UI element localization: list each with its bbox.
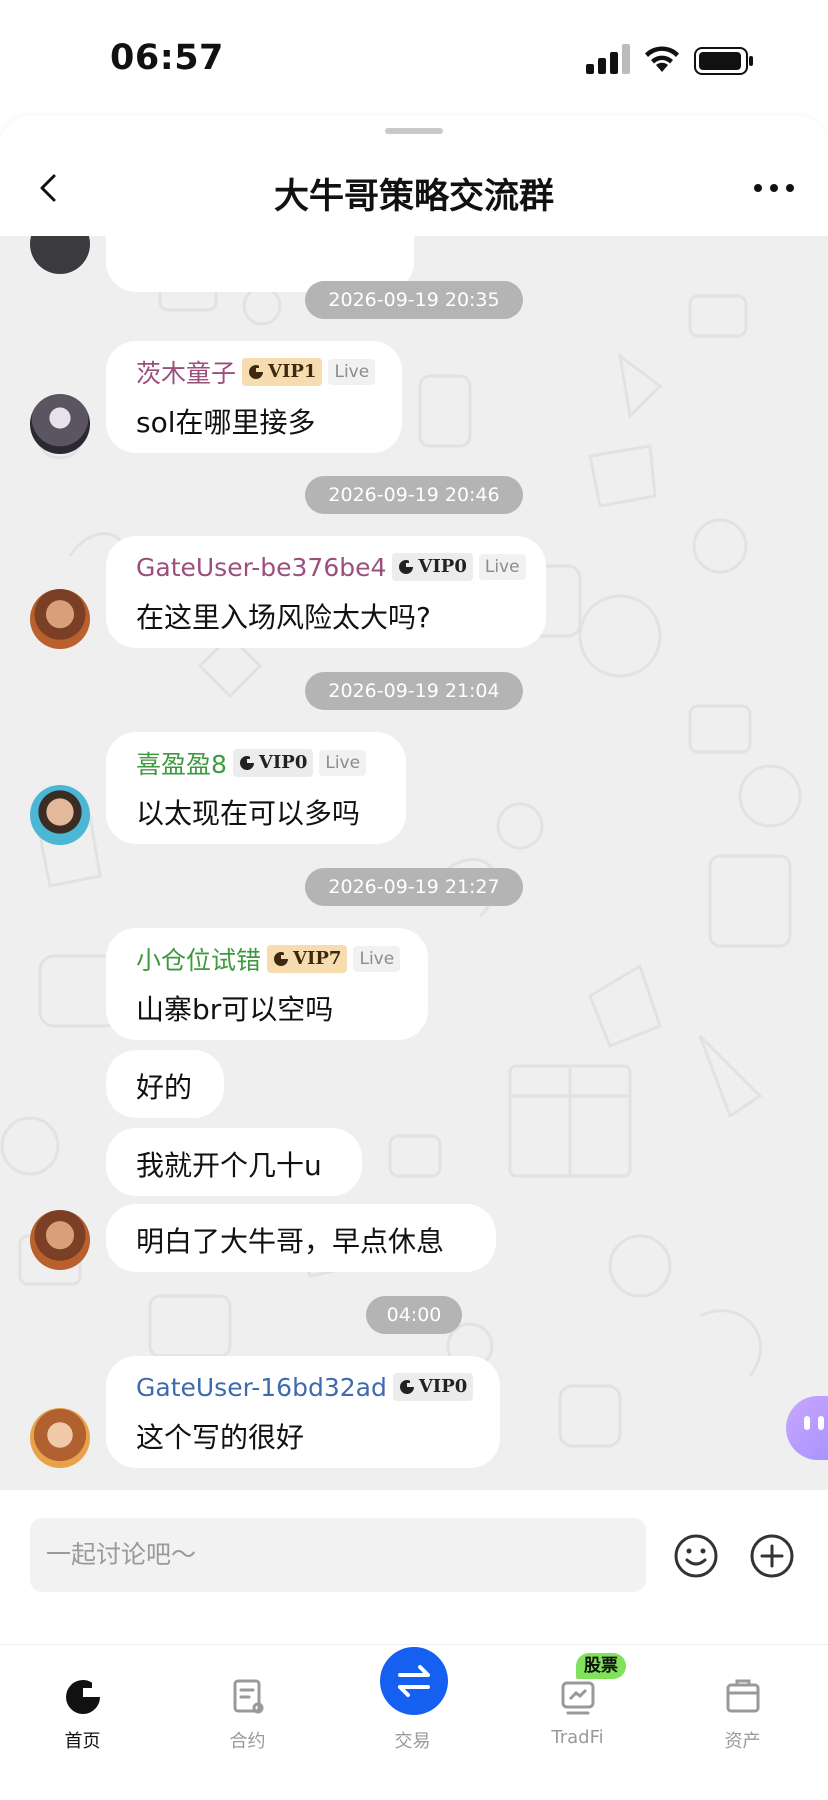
- username[interactable]: GateUser-16bd32ad: [136, 1373, 387, 1402]
- tab-contracts[interactable]: 合约: [165, 1645, 330, 1800]
- emoji-icon[interactable]: [672, 1532, 720, 1580]
- gate-home-icon: [66, 1680, 100, 1714]
- avatar[interactable]: [30, 589, 90, 649]
- avatar[interactable]: [30, 1210, 90, 1270]
- message-bubble[interactable]: 小仓位试错 VIP7 Live 山寨br可以空吗: [106, 928, 428, 1040]
- live-badge: Live: [328, 359, 376, 385]
- username[interactable]: 喜盈盈8: [136, 745, 227, 781]
- timestamp-pill: 2026-09-19 21:27: [305, 868, 523, 906]
- gate-logo-icon: [249, 365, 264, 379]
- status-time: 06:57: [110, 38, 224, 78]
- chat-area[interactable]: 2026-09-19 20:35 茨木童子 VIP1 Live sol在哪里接多…: [0, 236, 828, 1490]
- bottom-tab-bar: 首页 合约 交易 TradFi 股票 资产: [0, 1644, 828, 1800]
- add-attachment-icon[interactable]: [748, 1532, 796, 1580]
- assistant-eye-icon: [804, 1416, 810, 1430]
- more-options-button[interactable]: [754, 184, 794, 194]
- message-text: 好的: [136, 1071, 193, 1104]
- timestamp-pill: 04:00: [366, 1296, 462, 1334]
- tab-label: 首页: [64, 1731, 101, 1752]
- page-title: 大牛哥策略交流群: [273, 177, 554, 217]
- vip-badge: VIP7: [267, 945, 348, 973]
- status-bar: 06:57: [0, 0, 828, 118]
- nav-bar: 大牛哥策略交流群: [0, 138, 828, 238]
- message-input[interactable]: [30, 1518, 646, 1592]
- assistant-eye-icon: [818, 1416, 824, 1430]
- message-bubble[interactable]: GateUser-be376be4 VIP0 Live 在这里入场风险太大吗?: [106, 536, 546, 648]
- live-badge: Live: [319, 750, 367, 776]
- tab-label: TradFi: [551, 1727, 604, 1748]
- username[interactable]: 茨木童子: [136, 354, 236, 390]
- tab-trade[interactable]: 交易: [330, 1645, 495, 1800]
- live-badge: Live: [353, 946, 401, 972]
- avatar[interactable]: [30, 394, 90, 454]
- tab-label: 资产: [724, 1731, 761, 1752]
- timestamp-pill: 2026-09-19 20:46: [305, 476, 523, 514]
- message-text: 我就开个几十u: [136, 1149, 322, 1182]
- tab-assets[interactable]: 资产: [660, 1645, 825, 1800]
- message-bubble[interactable]: 明白了大牛哥，早点休息: [106, 1204, 496, 1272]
- avatar[interactable]: [30, 1408, 90, 1468]
- tab-home[interactable]: 首页: [0, 1645, 165, 1800]
- message-text: 在这里入场风险太大吗?: [136, 601, 431, 634]
- message-bubble[interactable]: GateUser-16bd32ad VIP0 这个写的很好: [106, 1356, 500, 1468]
- message-text: 这个写的很好: [136, 1421, 305, 1454]
- chart-chat-icon: [561, 1681, 595, 1715]
- username[interactable]: 小仓位试错: [136, 941, 261, 977]
- gate-logo-icon: [399, 560, 414, 574]
- document-edit-icon: [233, 1679, 264, 1714]
- live-badge: Live: [478, 554, 526, 580]
- sheet-grabber[interactable]: [385, 128, 443, 134]
- message-bubble[interactable]: 喜盈盈8 VIP0 Live 以太现在可以多吗: [106, 732, 406, 844]
- stocks-badge: 股票: [576, 1653, 626, 1679]
- cellular-signal-icon: [586, 44, 630, 74]
- message-text: 山寨br可以空吗: [136, 993, 334, 1026]
- avatar[interactable]: [30, 785, 90, 845]
- battery-icon: [694, 47, 753, 75]
- message-bubble[interactable]: 我就开个几十u: [106, 1128, 362, 1196]
- gate-logo-icon: [399, 1380, 414, 1394]
- message-input-bar: [0, 1490, 828, 1644]
- message-text: 以太现在可以多吗: [136, 797, 361, 830]
- timestamp-pill: 2026-09-19 20:35: [305, 281, 523, 319]
- message-text: 明白了大牛哥，早点休息: [136, 1225, 445, 1258]
- wifi-icon: [645, 46, 679, 72]
- vip-badge: VIP0: [392, 1373, 474, 1401]
- username[interactable]: GateUser-be376be4: [136, 553, 386, 582]
- vip-badge: VIP0: [232, 749, 314, 777]
- message-bubble[interactable]: 好的: [106, 1050, 224, 1118]
- swap-arrows-icon: [398, 1665, 430, 1697]
- message-bubble[interactable]: 茨木童子 VIP1 Live sol在哪里接多: [106, 341, 402, 453]
- tab-label: 交易: [394, 1731, 431, 1752]
- message-text: sol在哪里接多: [136, 406, 316, 439]
- vip-badge: VIP1: [242, 358, 323, 386]
- timestamp-pill: 2026-09-19 21:04: [305, 672, 523, 710]
- tab-label: 合约: [229, 1731, 266, 1752]
- vip-badge: VIP0: [392, 553, 473, 581]
- gate-logo-icon: [274, 952, 289, 966]
- wallet-icon: [726, 1679, 760, 1713]
- gate-logo-icon: [239, 756, 254, 770]
- trade-button[interactable]: [380, 1647, 448, 1715]
